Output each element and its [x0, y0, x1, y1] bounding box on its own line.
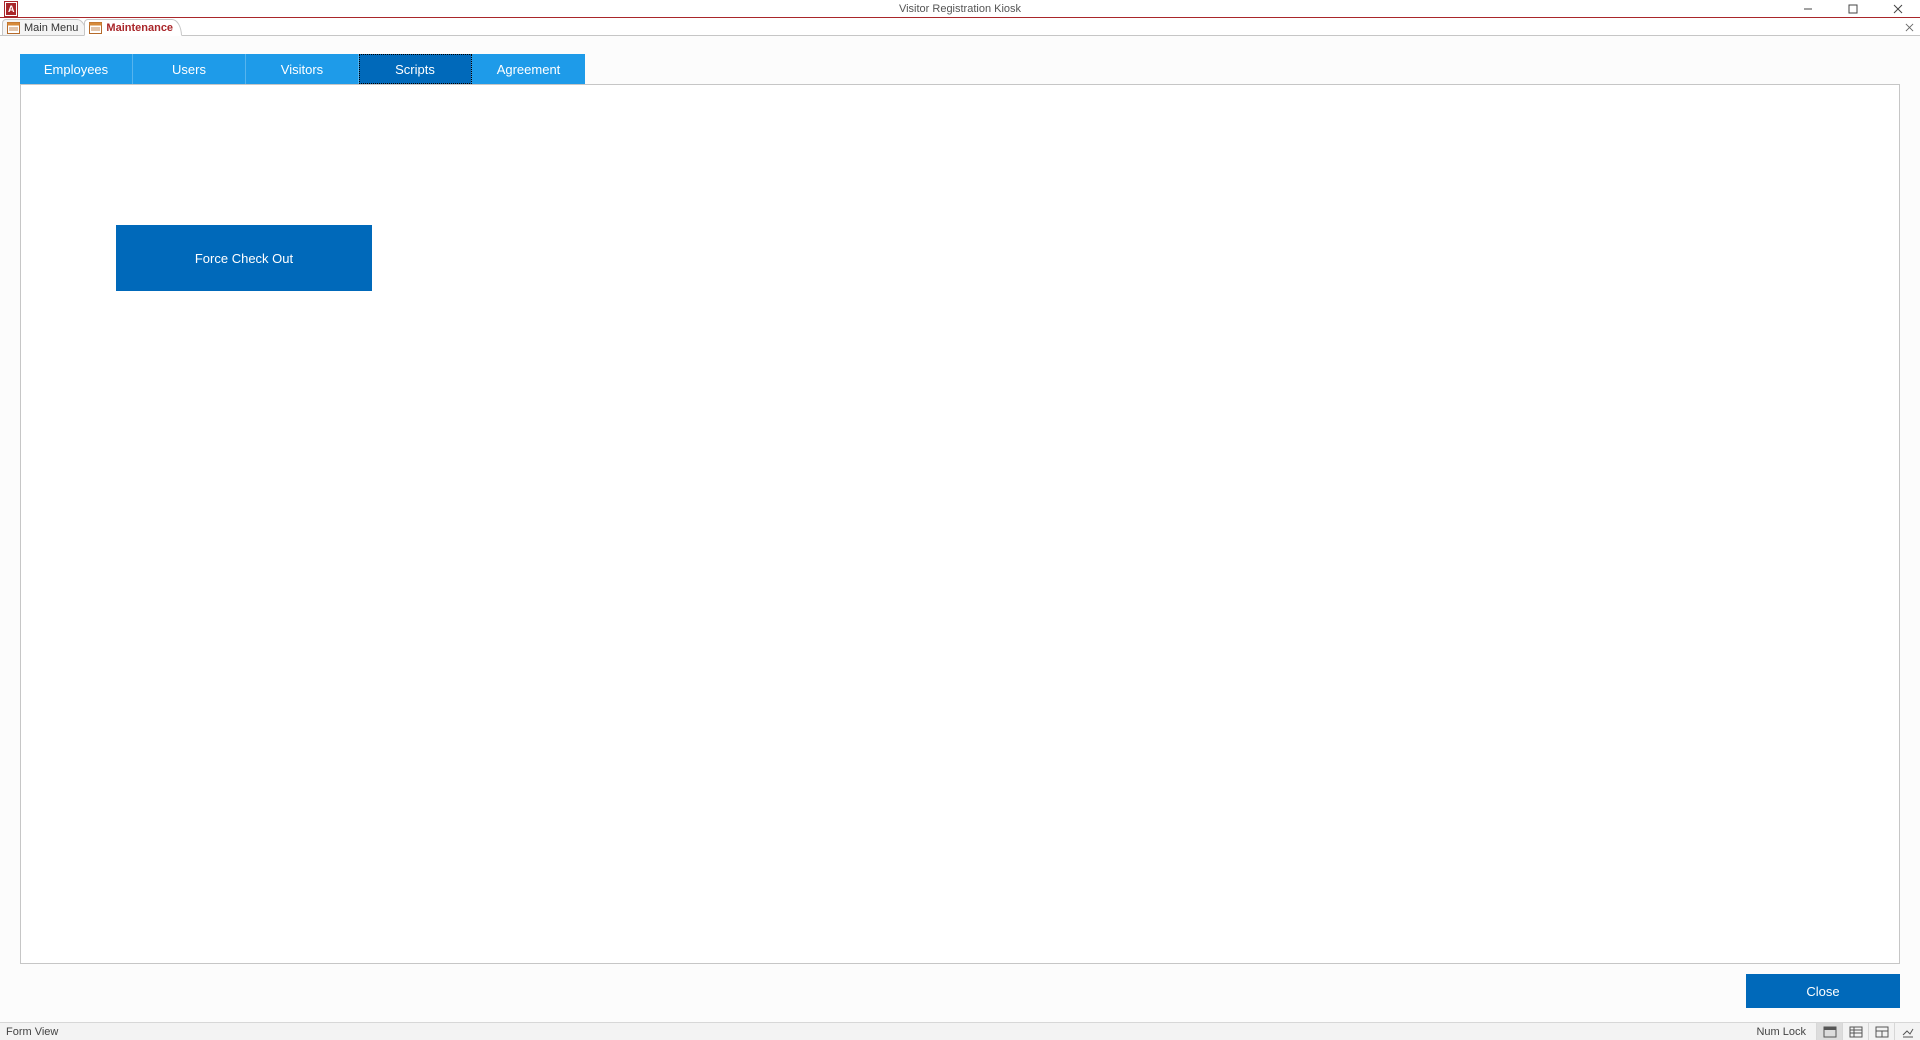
numlock-indicator: Num Lock — [1756, 1026, 1806, 1038]
maximize-button[interactable] — [1830, 0, 1875, 17]
page-tab-label: Agreement — [497, 62, 561, 77]
title-bar: A Visitor Registration Kiosk — [0, 0, 1920, 18]
window-title: Visitor Registration Kiosk — [899, 3, 1021, 15]
page-tab-label: Users — [172, 62, 206, 77]
page-tab-agreement[interactable]: Agreement — [472, 54, 585, 84]
status-bar: Form View Num Lock — [0, 1022, 1920, 1040]
tab-label: Main Menu — [24, 22, 78, 34]
tab-maintenance[interactable]: Maintenance — [84, 19, 182, 36]
form-view-button[interactable] — [1816, 1023, 1842, 1040]
layout-view-button[interactable] — [1868, 1023, 1894, 1040]
tab-label: Maintenance — [106, 22, 173, 34]
page-tab-employees[interactable]: Employees — [20, 54, 133, 84]
document-tab-strip: Main Menu Maintenance — [0, 18, 1920, 36]
minimize-button[interactable] — [1785, 0, 1830, 17]
page-tab-label: Employees — [44, 62, 108, 77]
form-area: Employees Users Visitors Scripts Agreeme… — [0, 36, 1920, 1022]
view-mode-label: Form View — [6, 1026, 58, 1038]
access-icon: A — [5, 2, 17, 16]
page-tabs: Employees Users Visitors Scripts Agreeme… — [20, 54, 1920, 84]
page-tab-label: Scripts — [395, 62, 435, 77]
button-label: Force Check Out — [195, 251, 293, 266]
page-tab-visitors[interactable]: Visitors — [246, 54, 359, 84]
form-icon — [7, 22, 20, 34]
tab-main-menu[interactable]: Main Menu — [2, 19, 87, 36]
button-label: Close — [1806, 984, 1839, 999]
document-tabs: Main Menu Maintenance — [2, 18, 179, 36]
close-window-button[interactable] — [1875, 0, 1920, 17]
form-icon — [89, 22, 102, 34]
datasheet-view-button[interactable] — [1842, 1023, 1868, 1040]
close-tab-button[interactable] — [1902, 20, 1916, 34]
force-check-out-button[interactable]: Force Check Out — [116, 225, 372, 291]
window-controls — [1785, 0, 1920, 17]
page-tab-label: Visitors — [281, 62, 323, 77]
app-icon: A — [0, 0, 22, 17]
page-tab-scripts[interactable]: Scripts — [359, 54, 472, 84]
close-button[interactable]: Close — [1746, 974, 1900, 1008]
scripts-panel: Force Check Out — [20, 84, 1900, 964]
page-tab-users[interactable]: Users — [133, 54, 246, 84]
design-view-button[interactable] — [1894, 1023, 1920, 1040]
